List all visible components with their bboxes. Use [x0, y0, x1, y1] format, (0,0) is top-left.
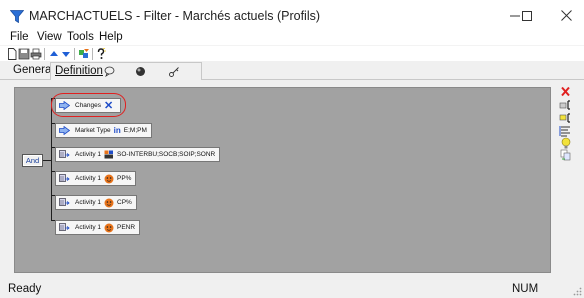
- filter-tree-canvas[interactable]: And Changes ✕ Market Type in E;M;PM Acti…: [14, 87, 551, 273]
- condition-arrow-icon: [59, 126, 70, 135]
- maximize-icon: [522, 10, 532, 21]
- definition-panel: And Changes ✕ Market Type in E;M;PM Acti…: [0, 80, 584, 276]
- window-title: MARCHACTUELS - Filter - Marchés actuels …: [29, 9, 321, 23]
- application-window: MARCHACTUELS - Filter - Marchés actuels …: [0, 0, 584, 298]
- operator-like-icon: [104, 198, 114, 208]
- operator-in-list-icon: [104, 150, 114, 159]
- filter-icon[interactable]: [78, 48, 90, 60]
- tab-definition-label: Definition: [55, 65, 103, 77]
- funnel-icon: [10, 10, 24, 23]
- menu-help[interactable]: Help: [99, 31, 123, 43]
- tree-root-line: [43, 160, 51, 161]
- new-icon[interactable]: [6, 48, 18, 60]
- operator-like-icon: [104, 223, 114, 233]
- toolbar: [0, 45, 584, 61]
- condition-field-label: Market Type: [75, 127, 111, 134]
- condition-node-market-type[interactable]: Market Type in E;M;PM: [55, 123, 152, 138]
- print-icon[interactable]: [30, 48, 42, 60]
- close-button[interactable]: [548, 0, 584, 31]
- condition-node-activity-1[interactable]: Activity 1 PP%: [55, 171, 137, 186]
- condition-table-icon: [59, 223, 70, 231]
- tab-strip: General Definition: [0, 62, 584, 81]
- condition-node-activity-1[interactable]: Activity 1 PENR: [55, 220, 141, 235]
- chat-icon[interactable]: [104, 66, 115, 77]
- delete-icon[interactable]: [559, 86, 573, 98]
- condition-value: CP%: [117, 199, 132, 206]
- move-down-icon[interactable]: [60, 48, 72, 60]
- title-bar: MARCHACTUELS - Filter - Marchés actuels …: [0, 0, 584, 31]
- condition-value: E;M;PM: [123, 127, 147, 134]
- key-icon[interactable]: [169, 66, 180, 77]
- toolbar-separator: [92, 48, 93, 60]
- condition-field-label: Activity 1: [75, 224, 102, 231]
- tree-trunk-line: [51, 98, 52, 220]
- maximize-button[interactable]: [507, 0, 547, 31]
- insert-group-icon[interactable]: [559, 112, 573, 124]
- condition-field-label: Activity 1: [75, 175, 102, 182]
- operator-in-icon: in: [113, 126, 121, 135]
- condition-table-icon: [59, 198, 70, 206]
- condition-value: PP%: [117, 175, 132, 182]
- menu-view[interactable]: View: [37, 31, 62, 43]
- condition-node-activity-1[interactable]: Activity 1 SO-INTERBU;SOCB;SOIP;SONR: [55, 147, 221, 162]
- properties-icon[interactable]: [559, 125, 573, 137]
- insert-condition-icon[interactable]: [559, 99, 573, 111]
- num-lock-indicator: NUM: [512, 283, 539, 295]
- close-icon: [560, 10, 572, 21]
- condition-value: SO-INTERBU;SOCB;SOIP;SONR: [117, 151, 216, 158]
- menu-tools[interactable]: Tools: [67, 31, 94, 43]
- and-operator-button[interactable]: And: [22, 154, 43, 167]
- operator-like-icon: [104, 174, 114, 184]
- save-icon[interactable]: [18, 48, 30, 60]
- tab-definition[interactable]: Definition: [50, 62, 202, 81]
- copy-icon[interactable]: [559, 149, 573, 161]
- condition-field-label: Activity 1: [75, 151, 102, 158]
- condition-table-icon: [59, 150, 70, 158]
- status-text: Ready: [8, 283, 42, 295]
- menu-bar: File View Tools Help: [0, 31, 584, 45]
- menu-file[interactable]: File: [10, 31, 29, 43]
- condition-table-icon: [59, 174, 70, 182]
- sphere-icon[interactable]: [135, 66, 146, 77]
- move-up-icon[interactable]: [48, 48, 60, 60]
- help-icon[interactable]: [95, 48, 107, 60]
- status-bar: Ready NUM: [0, 276, 584, 298]
- condition-field-label: Activity 1: [75, 199, 102, 206]
- condition-value: PENR: [117, 224, 136, 231]
- highlight-annotation: [51, 93, 126, 117]
- hint-icon[interactable]: [559, 137, 573, 149]
- toolbar-separator: [44, 48, 45, 60]
- resize-grip-icon[interactable]: [572, 286, 582, 296]
- toolbar-separator: [74, 48, 75, 60]
- condition-node-activity-1[interactable]: Activity 1 CP%: [55, 195, 137, 210]
